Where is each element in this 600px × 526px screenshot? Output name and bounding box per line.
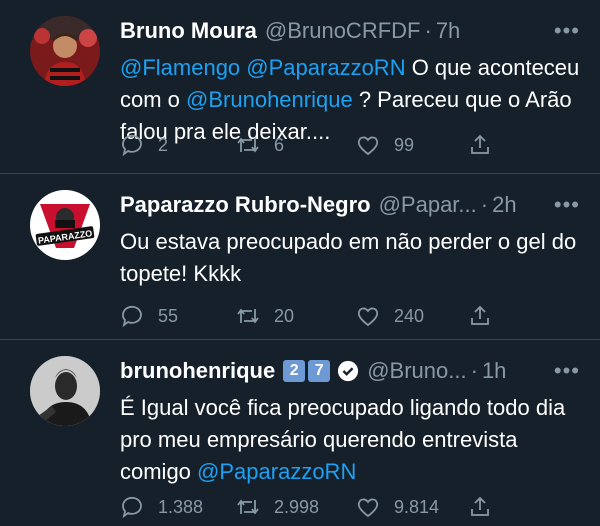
timestamp[interactable]: 7h bbox=[436, 18, 460, 44]
text-segment: Ou estava preocupado em não perder o gel… bbox=[120, 229, 577, 286]
tweet-1[interactable]: Bruno Moura @BrunoCRFDF · 7h ••• @Flamen… bbox=[0, 0, 600, 174]
display-name[interactable]: Bruno Moura bbox=[120, 18, 257, 44]
retweet-button[interactable]: 2.998 bbox=[236, 495, 319, 519]
like-button[interactable]: 99 bbox=[356, 133, 414, 157]
like-count: 240 bbox=[394, 305, 425, 326]
reply-icon bbox=[122, 305, 142, 328]
like-icon bbox=[357, 498, 379, 518]
reply-icon bbox=[122, 134, 142, 157]
reply-count: 1.388 bbox=[158, 496, 204, 517]
retweet-button[interactable]: 6 bbox=[236, 133, 284, 157]
action-bar: 2 6 99 bbox=[120, 130, 580, 160]
like-count: 99 bbox=[394, 134, 415, 155]
share-button[interactable] bbox=[468, 304, 506, 328]
reply-button[interactable]: 2 bbox=[120, 133, 168, 157]
like-button[interactable]: 9.814 bbox=[356, 495, 439, 519]
verified-icon bbox=[338, 360, 359, 382]
reply-button[interactable]: 55 bbox=[120, 304, 178, 328]
reply-count: 55 bbox=[158, 305, 179, 326]
more-icon[interactable]: ••• bbox=[554, 358, 580, 384]
more-icon[interactable]: ••• bbox=[554, 192, 580, 218]
mention-link[interactable]: @Flamengo bbox=[120, 55, 240, 80]
retweet-count: 6 bbox=[274, 134, 285, 155]
share-button[interactable] bbox=[468, 133, 506, 157]
username[interactable]: @BrunoCRFDF bbox=[265, 18, 421, 44]
like-count: 9.814 bbox=[394, 496, 440, 517]
mention-link[interactable]: @PaparazzoRN bbox=[246, 55, 405, 80]
keycap-emoji: 7 bbox=[308, 360, 331, 382]
share-icon bbox=[471, 134, 489, 154]
retweet-count: 20 bbox=[274, 305, 295, 326]
timestamp[interactable]: 1h bbox=[482, 358, 506, 384]
tweet-header: Paparazzo Rubro-Negro @Papar... · 2h ••• bbox=[120, 190, 580, 220]
tweet-text: Ou estava preocupado em não perder o gel… bbox=[120, 226, 580, 290]
share-icon bbox=[471, 496, 489, 516]
separator-dot: · bbox=[470, 358, 478, 383]
share-icon bbox=[471, 305, 489, 325]
keycap-emoji: 2 bbox=[283, 360, 306, 382]
tweet-3[interactable]: brunohenrique 2 7 @Bruno... · 1h ••• É I… bbox=[0, 340, 600, 526]
like-icon bbox=[357, 307, 379, 327]
avatar-brunohenrique[interactable] bbox=[30, 356, 100, 426]
username[interactable]: @Papar... bbox=[379, 192, 477, 218]
reply-count: 2 bbox=[158, 134, 169, 155]
retweet-icon bbox=[237, 308, 259, 324]
share-button[interactable] bbox=[468, 495, 506, 519]
action-bar: 55 20 240 bbox=[120, 301, 580, 331]
tweet-header: brunohenrique 2 7 @Bruno... · 1h ••• bbox=[120, 356, 580, 386]
retweet-button[interactable]: 20 bbox=[236, 304, 294, 328]
tweet-2[interactable]: PAPARAZZO Paparazzo Rubro-Negro @Papar..… bbox=[0, 174, 600, 340]
tweet-header: Bruno Moura @BrunoCRFDF · 7h ••• bbox=[120, 16, 580, 46]
mention-link[interactable]: @PaparazzoRN bbox=[197, 459, 356, 484]
mention-link[interactable]: @Brunohenrique bbox=[186, 87, 353, 112]
reply-button[interactable]: 1.388 bbox=[120, 495, 203, 519]
action-bar: 1.388 2.998 9.814 bbox=[120, 492, 580, 522]
retweet-icon bbox=[237, 137, 259, 153]
display-name[interactable]: Paparazzo Rubro-Negro bbox=[120, 192, 371, 218]
avatar-bruno-moura[interactable] bbox=[30, 16, 100, 86]
more-icon[interactable]: ••• bbox=[554, 18, 580, 44]
separator-dot: · bbox=[424, 18, 432, 43]
avatar-paparazzo[interactable]: PAPARAZZO bbox=[30, 190, 100, 260]
reply-icon bbox=[122, 496, 142, 519]
tweet-text: É Igual você fica preocupado ligando tod… bbox=[120, 392, 580, 488]
username[interactable]: @Bruno... bbox=[367, 358, 466, 384]
retweet-icon bbox=[237, 499, 259, 515]
timestamp[interactable]: 2h bbox=[492, 192, 516, 218]
like-icon bbox=[357, 136, 379, 156]
separator-dot: · bbox=[480, 192, 489, 217]
like-button[interactable]: 240 bbox=[356, 304, 424, 328]
retweet-count: 2.998 bbox=[274, 496, 320, 517]
display-name[interactable]: brunohenrique bbox=[120, 358, 275, 384]
